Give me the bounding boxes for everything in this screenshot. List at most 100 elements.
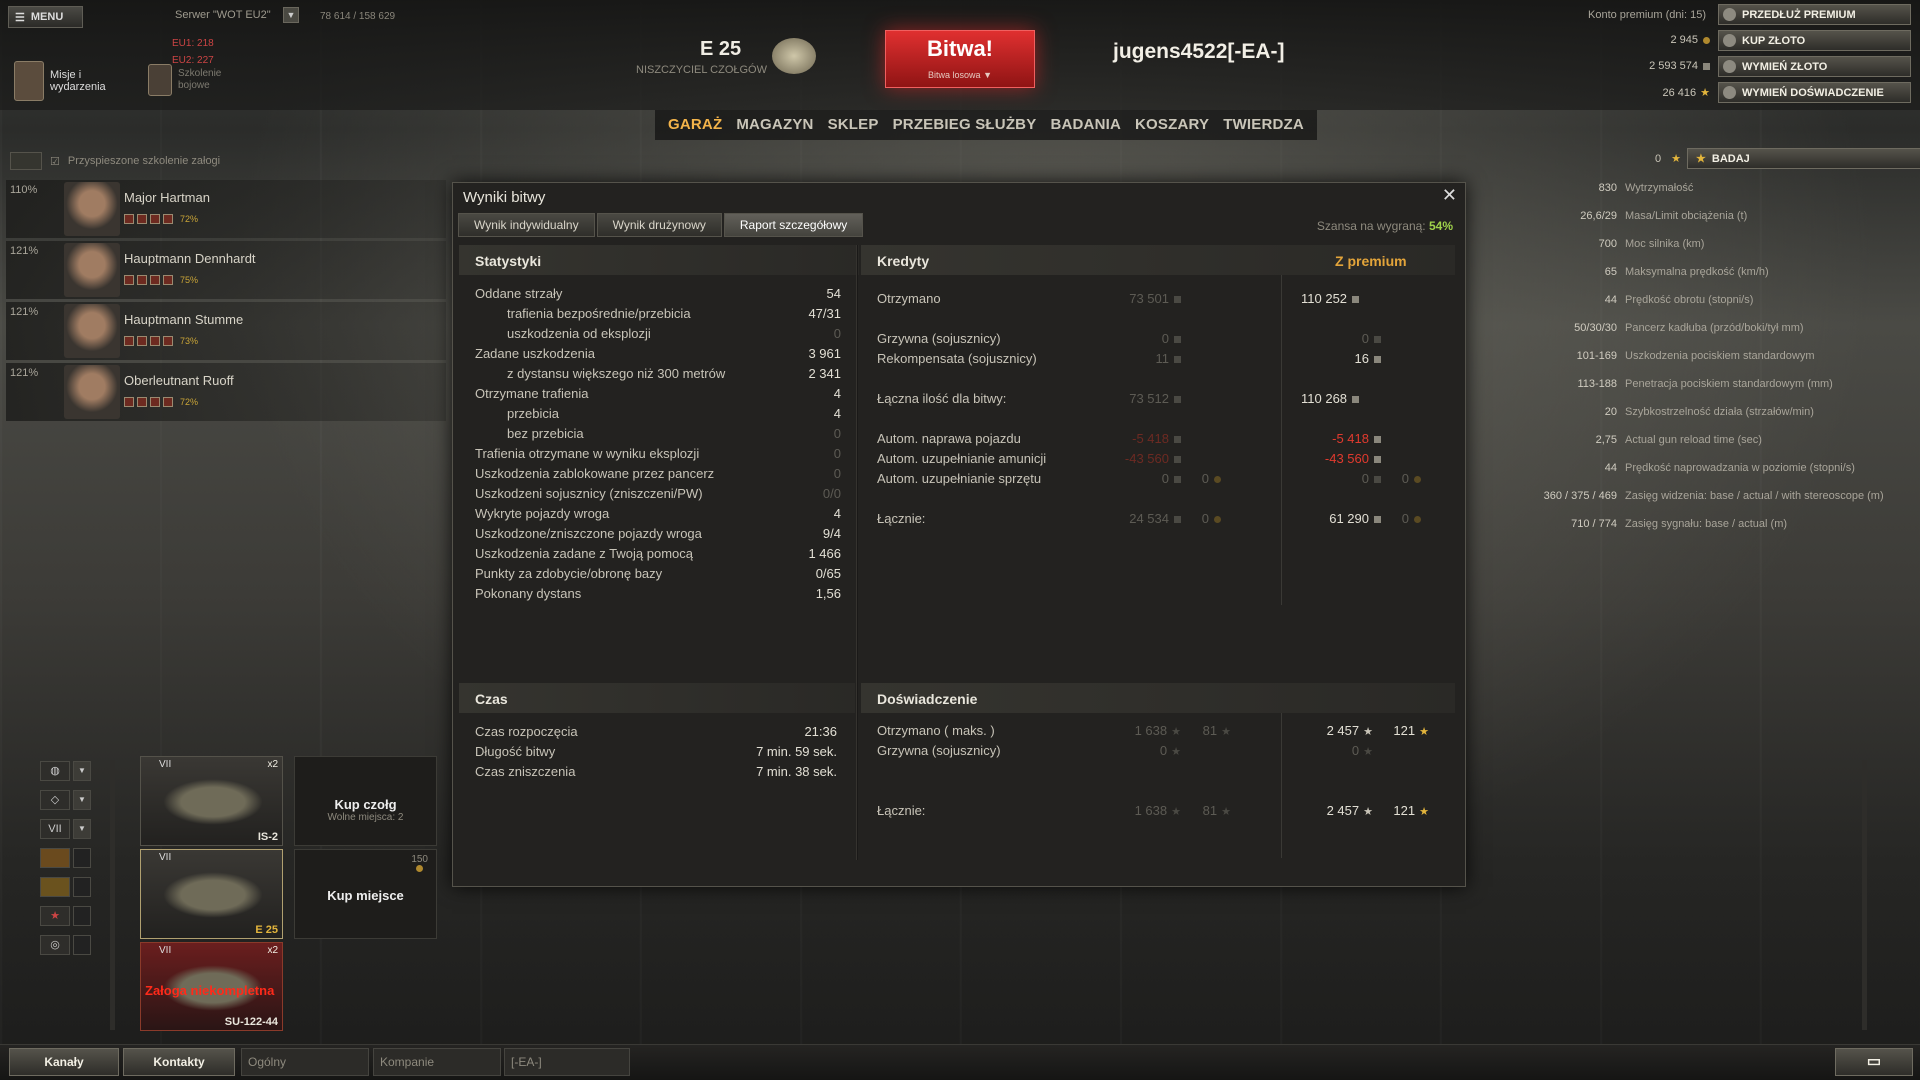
nav-depot[interactable]: MAGAZYN bbox=[729, 110, 820, 140]
skill-pct: 75% bbox=[180, 275, 199, 285]
channel-tab-general[interactable]: Ogólny bbox=[241, 1048, 369, 1076]
carousel-scrollbar-right[interactable] bbox=[1862, 760, 1867, 1030]
checkbox-icon bbox=[73, 877, 91, 897]
extend-premium-button[interactable]: PRZEDŁUŻ PREMIUM bbox=[1718, 4, 1911, 25]
gold-value: 2 945 bbox=[1670, 34, 1698, 46]
skill-pct: 73% bbox=[180, 336, 199, 346]
main-nav: GARAŻ MAGAZYN SKLEP PRZEBIEG SŁUŻBY BADA… bbox=[655, 110, 1317, 140]
stat-value: 2,75 bbox=[1595, 434, 1617, 446]
nation-filter[interactable]: ◍ ▼ bbox=[40, 760, 92, 782]
gold-premium: 0 bbox=[1381, 471, 1421, 486]
battle-mode-dropdown[interactable]: Bitwa losowa ▼ bbox=[886, 70, 1034, 80]
stat-value: 0 bbox=[833, 326, 841, 341]
stat-label: Prędkość obrotu (stopni/s) bbox=[1625, 294, 1754, 306]
gold-premium: 0 bbox=[1381, 511, 1421, 526]
tank-slot-e25[interactable]: VII E 25 bbox=[140, 849, 283, 939]
channel-tab-clan[interactable]: [-EA-] bbox=[504, 1048, 630, 1076]
credits-icon bbox=[1174, 516, 1181, 524]
training-button[interactable]: Szkolenie bojowe bbox=[148, 64, 238, 96]
crew-member[interactable]: 121% Oberleutnant Ruoff 72% bbox=[6, 363, 446, 421]
stat-label: Uszkodzenia zadane z Twoją pomocą bbox=[475, 546, 693, 561]
filter-rent[interactable]: ◎ bbox=[40, 934, 92, 956]
contacts-button[interactable]: Kontakty bbox=[123, 1048, 235, 1076]
tab-detailed-report[interactable]: Raport szczegółowy bbox=[723, 213, 864, 237]
missions-button[interactable]: Misje i wydarzenia bbox=[14, 58, 124, 104]
stat-value: 1 466 bbox=[808, 546, 841, 561]
filter-star[interactable]: ★ bbox=[40, 905, 92, 927]
chat-icon[interactable]: ▭ bbox=[1835, 1048, 1913, 1076]
credits-premium-value: 110 268 bbox=[1301, 391, 1348, 406]
credits-section: Kredyty Z premium Otrzymano 73 501 110 25… bbox=[861, 245, 1455, 645]
type-filter[interactable]: ◇ ▼ bbox=[40, 789, 92, 811]
convert-xp-button[interactable]: WYMIEŃ DOŚWIADCZENIE bbox=[1718, 82, 1911, 103]
buy-slot-button[interactable]: 150 Kup miejsce bbox=[294, 849, 437, 939]
tier-filter[interactable]: VII ▼ bbox=[40, 818, 92, 840]
crew-toggle-button[interactable] bbox=[10, 152, 42, 170]
stat-value: 101-169 bbox=[1576, 350, 1617, 362]
crew-name: Hauptmann Dennhardt bbox=[124, 251, 256, 266]
channels-button[interactable]: Kanały bbox=[9, 1048, 119, 1076]
research-button[interactable]: ★ BADAJ bbox=[1687, 148, 1920, 169]
nav-stronghold[interactable]: TWIERDZA bbox=[1216, 110, 1311, 140]
credits-icon bbox=[1703, 62, 1710, 70]
menu-button[interactable]: ☰ MENU bbox=[8, 6, 83, 28]
crew-member[interactable]: 121% Hauptmann Stumme 73% bbox=[6, 302, 446, 360]
nav-barracks[interactable]: KOSZARY bbox=[1128, 110, 1216, 140]
stat-row: Oddane strzały 54 bbox=[459, 283, 859, 303]
stat-row: trafienia bezpośrednie/przebicia 47/31 bbox=[459, 303, 859, 323]
tab-individual[interactable]: Wynik indywidualny bbox=[458, 213, 595, 237]
stat-value: 360 / 375 / 469 bbox=[1543, 490, 1617, 502]
credits-premium-value: 61 290 bbox=[1329, 511, 1369, 526]
skill-icon bbox=[163, 397, 173, 407]
buy-gold-button[interactable]: KUP ZŁOTO bbox=[1718, 30, 1911, 51]
credits-icon bbox=[1174, 356, 1181, 364]
crew-portrait bbox=[64, 365, 120, 419]
xp-base: 0 ★ bbox=[1101, 743, 1181, 758]
training-label: Szkolenie bojowe bbox=[178, 68, 222, 91]
crew-name: Major Hartman bbox=[124, 190, 210, 205]
battle-results-dialog: Wyniki bitwy ✕ Wynik indywidualny Wynik … bbox=[452, 182, 1466, 887]
stat-label: bez przebicia bbox=[507, 426, 584, 441]
close-icon[interactable]: ✕ bbox=[1442, 185, 1457, 206]
crew-member[interactable]: 121% Hauptmann Dennhardt 75% bbox=[6, 241, 446, 299]
server-dropdown-button[interactable]: ▼ bbox=[283, 7, 299, 23]
stat-label: Uszkodzenia zablokowane przez pancerz bbox=[475, 466, 715, 481]
stat-label: trafienia bezpośrednie/przebicia bbox=[507, 306, 691, 321]
player-name: jugens4522[-EA-] bbox=[1113, 40, 1285, 63]
nav-service-record[interactable]: PRZEBIEG SŁUŻBY bbox=[886, 110, 1044, 140]
credits-premium-value: 0 bbox=[1361, 331, 1369, 346]
exchange-gold-button[interactable]: WYMIEŃ ZŁOTO bbox=[1718, 56, 1911, 77]
free-xp-base-value: 81 bbox=[1202, 803, 1218, 818]
stat-label: z dystansu większego niż 300 metrów bbox=[507, 366, 726, 381]
free-xp-star-icon: ★ bbox=[1221, 806, 1231, 818]
stat-label: Pokonany dystans bbox=[475, 586, 582, 601]
checkbox-icon[interactable]: ☑ bbox=[50, 155, 60, 168]
nav-shop[interactable]: SKLEP bbox=[821, 110, 886, 140]
nav-research[interactable]: BADANIA bbox=[1043, 110, 1128, 140]
stat-row: Zadane uszkodzenia 3 961 bbox=[459, 343, 859, 363]
stat-label: Punkty za zdobycie/obronę bazy bbox=[475, 566, 663, 581]
crew-member[interactable]: 110% Major Hartman 72% bbox=[6, 180, 446, 238]
carousel-scrollbar[interactable] bbox=[110, 760, 115, 1030]
nav-garage[interactable]: GARAŻ bbox=[661, 110, 729, 140]
filter-ammo[interactable] bbox=[40, 847, 92, 869]
gold-icon bbox=[1414, 476, 1421, 484]
channel-tab-companies[interactable]: Kompanie bbox=[373, 1048, 501, 1076]
skill-icon bbox=[163, 214, 173, 224]
skill-icon bbox=[137, 214, 147, 224]
stat-label: Wytrzymałość bbox=[1625, 182, 1694, 194]
buy-tank-button[interactable]: Kup czołg Wolne miejsca: 2 bbox=[294, 756, 437, 846]
credits-base-value: 0 bbox=[1161, 331, 1169, 346]
stat-value: 0/0 bbox=[822, 486, 841, 501]
tank-slot-is2[interactable]: VII x2 IS-2 bbox=[140, 756, 283, 846]
tank-xp-star-icon: ★ bbox=[1671, 153, 1681, 165]
gold-icon bbox=[1723, 34, 1736, 47]
tank-slot-su122[interactable]: VII x2 Załoga niekompletna SU-122-44 bbox=[140, 942, 283, 1031]
filter-gold[interactable] bbox=[40, 876, 92, 898]
battle-button[interactable]: Bitwa! Bitwa losowa ▼ bbox=[885, 30, 1035, 88]
stat-label: Szybkostrzelność działa (strzałów/min) bbox=[1625, 406, 1814, 418]
tab-team[interactable]: Wynik drużynowy bbox=[596, 213, 722, 237]
credits-premium: 16 bbox=[1301, 351, 1381, 366]
credits-icon bbox=[1174, 296, 1181, 304]
tank-image bbox=[163, 779, 263, 825]
